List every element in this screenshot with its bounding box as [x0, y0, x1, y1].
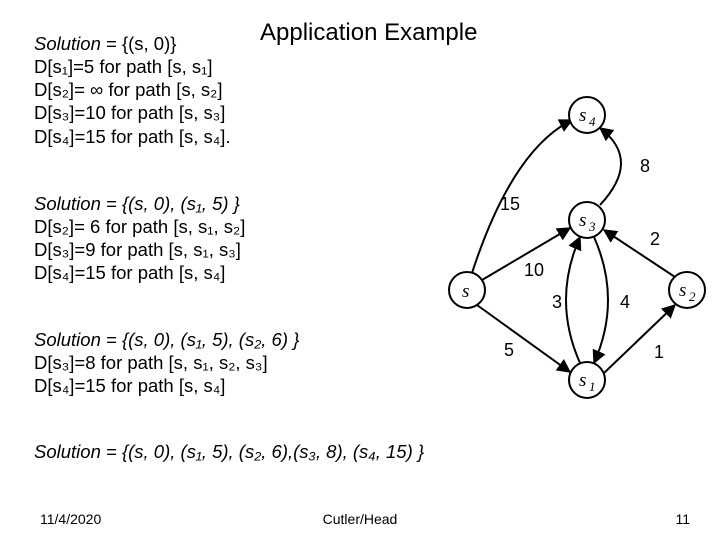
b1-sol-word: Solution [34, 33, 101, 54]
footer-center: Cutler/Head [0, 511, 720, 529]
b2-l1: Solution = {(s, 0), (s₁, 5) } [34, 193, 240, 214]
edge-s3-s1-right [594, 237, 608, 363]
node-s1 [569, 362, 605, 398]
b4-l1: Solution = {(s, 0), (s₁, 5), (s₂, 6),(s₃… [34, 441, 424, 462]
b3-l3: D[s₄]=15 for path [s, s₄] [34, 375, 225, 396]
node-s4-sub: 4 [589, 114, 596, 129]
block-2: Solution = {(s, 0), (s₁, 5) } D[s₂]= 6 f… [34, 192, 245, 285]
node-s3-sub: 3 [588, 219, 596, 234]
node-s1-label: s [579, 370, 586, 391]
node-s3 [569, 202, 605, 238]
b1-l2: D[s₁]=5 for path [s, s₁] [34, 56, 213, 77]
node-s4-label: s [579, 105, 586, 126]
b2-l2: D[s₂]= 6 for path [s, s₁, s₂] [34, 216, 245, 237]
slide-root: Application Example Solution = {(s, 0)} … [0, 0, 720, 540]
node-s2-sub: 2 [689, 289, 696, 304]
b3-l2: D[s₃]=8 for path [s, s₁, s₂, s₃] [34, 352, 268, 373]
edge-label-5: 5 [504, 340, 514, 360]
b1-sol-rest: = {(s, 0)} [101, 33, 177, 54]
b2-l3: D[s₃]=9 for path [s, s₁, s₃] [34, 239, 241, 260]
edge-s1-s3-left [566, 237, 580, 363]
b3-l1: Solution = {(s, 0), (s₁, 5), (s₂, 6) } [34, 329, 299, 350]
block-4: Solution = {(s, 0), (s₁, 5), (s₂, 6),(s₃… [34, 440, 424, 463]
b1-l4: D[s₃]=10 for path [s, s₃] [34, 102, 225, 123]
node-s2 [669, 272, 705, 308]
b1-l5: D[s₄]=15 for path [s, s₄]. [34, 126, 231, 147]
footer-page: 11 [675, 511, 690, 529]
edge-s-s4 [472, 120, 572, 273]
slide-title: Application Example [260, 18, 477, 48]
edge-s2-s3 [604, 230, 675, 277]
b1-l3: D[s₂]= ∞ for path [s, s₂] [34, 79, 222, 100]
edge-label-3: 3 [552, 292, 562, 312]
node-s4 [569, 97, 605, 133]
edge-label-2: 2 [650, 229, 660, 249]
edge-label-4: 4 [620, 292, 630, 312]
edge-s-s1 [477, 305, 570, 372]
node-s1-sub: 1 [589, 379, 596, 394]
block-3: Solution = {(s, 0), (s₁, 5), (s₂, 6) } D… [34, 328, 299, 397]
edge-label-10: 10 [524, 260, 544, 280]
block-1: Solution = {(s, 0)} D[s₁]=5 for path [s,… [34, 32, 231, 148]
node-s3-label: s [579, 210, 586, 231]
edge-label-1: 1 [654, 342, 664, 362]
b2-l4: D[s₄]=15 for path [s, s₄] [34, 262, 225, 283]
node-s2-label: s [679, 280, 686, 301]
edge-s3-s4-right [600, 128, 621, 205]
graph: 15 8 2 10 3 4 5 1 s s 1 s 2 s 3 [432, 90, 712, 400]
edge-s1-s2 [604, 305, 675, 373]
edge-label-8: 8 [640, 156, 650, 176]
edge-label-15: 15 [500, 194, 520, 214]
node-s-label: s [462, 281, 469, 302]
